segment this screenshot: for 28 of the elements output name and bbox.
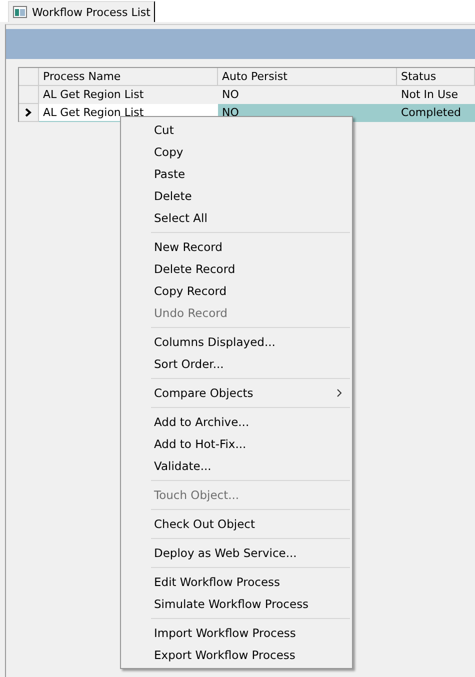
menu-item[interactable]: Copy Record	[121, 280, 352, 302]
window-icon	[13, 6, 27, 18]
menu-item[interactable]: Cut	[121, 119, 352, 141]
column-header[interactable]: Auto Persist	[218, 68, 397, 86]
menu-item[interactable]: Add to Hot-Fix...	[121, 433, 352, 455]
menu-item[interactable]: Deploy as Web Service...	[121, 542, 352, 564]
menu-item[interactable]: Add to Archive...	[121, 411, 352, 433]
menu-item[interactable]: Check Out Object	[121, 513, 352, 535]
menu-item[interactable]: Export Workflow Process	[121, 644, 352, 666]
menu-item[interactable]: Edit Workflow Process	[121, 571, 352, 593]
document-tab[interactable]: Workflow Process List	[8, 1, 156, 22]
menu-item[interactable]: Import Workflow Process	[121, 622, 352, 644]
menu-item[interactable]: Compare Objects	[121, 382, 352, 404]
table-cell[interactable]: Completed	[397, 104, 475, 122]
menu-item[interactable]: Validate...	[121, 455, 352, 477]
row-header[interactable]	[19, 104, 39, 122]
column-header[interactable]: Process Name	[39, 68, 218, 86]
column-header[interactable]: Status	[397, 68, 475, 86]
menu-item[interactable]: Columns Displayed...	[121, 331, 352, 353]
menu-item[interactable]: Select All	[121, 207, 352, 229]
menu-item[interactable]: New Record	[121, 236, 352, 258]
menu-item[interactable]: Delete	[121, 185, 352, 207]
menu-item[interactable]: Simulate Workflow Process	[121, 593, 352, 615]
menu-item[interactable]: Copy	[121, 141, 352, 163]
current-row-icon	[25, 108, 32, 117]
menu-item[interactable]: Paste	[121, 163, 352, 185]
menu-item[interactable]: Sort Order...	[121, 353, 352, 375]
menu-item[interactable]: Delete Record	[121, 258, 352, 280]
